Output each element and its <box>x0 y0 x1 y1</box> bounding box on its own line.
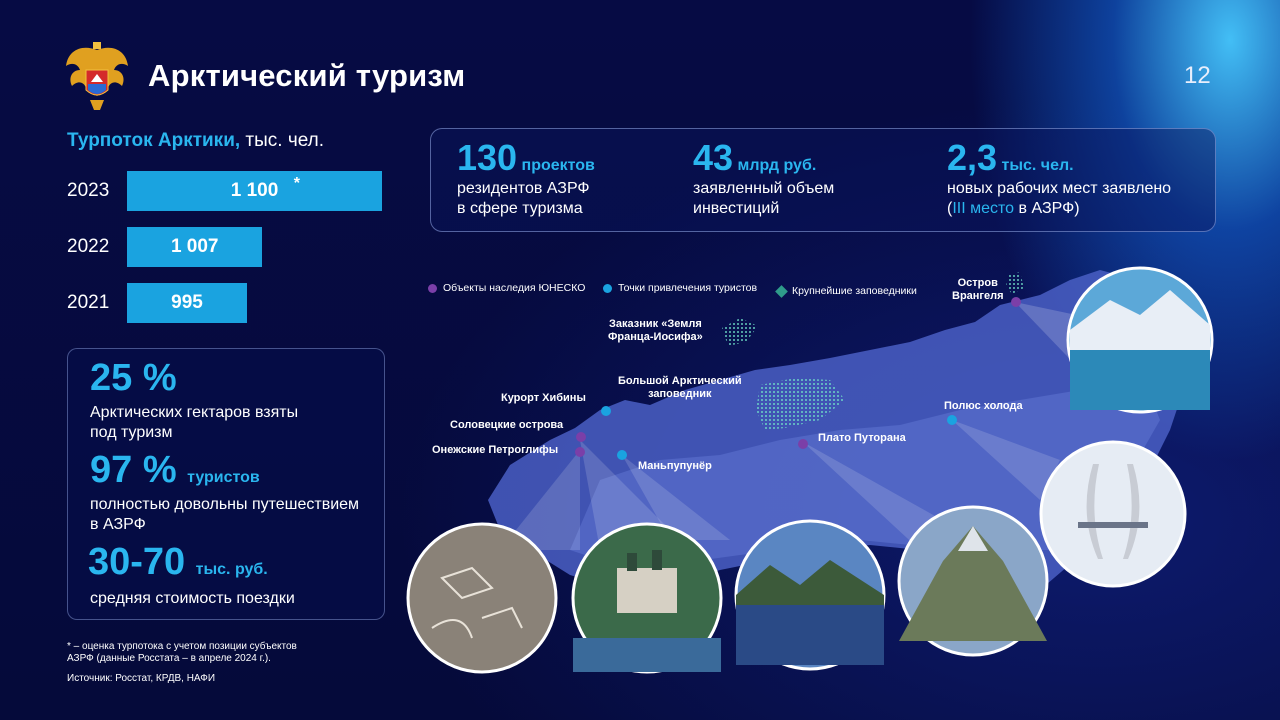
stats-panel: 130 проектов резидентов АЗРФ в сфере тури… <box>430 128 1216 232</box>
stat-jobs: 2,3 тыс. чел. новых рабочих мест заявлен… <box>947 137 1171 219</box>
photo-onega-petroglyphs <box>406 522 558 674</box>
kpi-satisfaction-text: полностью довольны путешествием в АЗРФ <box>90 495 359 535</box>
legend-attractions: Точки привлечения туристов <box>603 282 757 294</box>
label-franz-josef-line-2: Франца-Иосифа» <box>608 331 703 343</box>
label-cold-pole: Полюс холода <box>944 400 1023 412</box>
stat-projects-unit: проектов <box>521 157 595 174</box>
bar-value-label: 995 <box>171 292 203 313</box>
unesco-dot-icon <box>428 283 437 293</box>
stat-investments-line-2: инвестиций <box>693 200 780 217</box>
kpi-satisfaction-value: 97 % <box>90 449 177 491</box>
stat-projects-line-2: в сфере туризма <box>457 200 583 217</box>
stat-projects-line-1: резидентов АЗРФ <box>457 180 590 197</box>
stat-jobs-paren-close: в АЗРФ) <box>1014 200 1080 217</box>
kpi-hectares-value: 25 % <box>90 357 177 399</box>
source-note: Источник: Росстат, КРДВ, НАФИ <box>67 673 216 684</box>
label-solovki: Соловецкие острова <box>450 419 564 431</box>
label-franz-josef: Заказник «Земля Франца-Иосифа» <box>608 318 703 344</box>
photo-cold-pole <box>1039 440 1187 588</box>
kpi-cost-value: 30-70 <box>88 541 186 583</box>
photo-manpupuner <box>734 519 886 671</box>
kpi-hectares-line-2: под туризм <box>90 424 173 441</box>
kpi-hectares-line-1: Арктических гектаров взяты <box>90 404 299 421</box>
bar-row-2022: 2022 1 007 <box>67 227 263 267</box>
stat-investments-number: 43 <box>693 137 734 178</box>
legend-reserves: Крупнейшие заповедники <box>775 284 917 298</box>
label-manpupuner: Маньпупунёр <box>638 460 712 472</box>
label-onega-petroglyphs: Онежские Петроглифы <box>432 444 559 456</box>
stat-jobs-line-2: (III место в АЗРФ) <box>947 199 1171 219</box>
stat-projects-number: 130 <box>457 137 518 178</box>
label-wrangel-line-1: Остров <box>957 277 998 289</box>
marker-wrangel <box>1011 297 1021 307</box>
kpi-cost-text: средняя стоимость поездки <box>90 590 295 607</box>
label-wrangel: Остров Врангеля <box>952 277 1004 303</box>
stat-jobs-rank: III место <box>952 200 1015 217</box>
marker-manpupuner <box>617 450 627 460</box>
stat-jobs-number: 2,3 <box>947 137 998 178</box>
bar-year-label: 2023 <box>67 180 110 201</box>
russia-arctic-map <box>406 266 1214 674</box>
stat-investments-unit: млрд руб. <box>737 157 817 174</box>
photo-solovki <box>571 522 723 674</box>
bar-year-label: 2022 <box>67 236 110 257</box>
kpi-cost-heading: 30-70 тыс. руб. <box>88 541 268 584</box>
photo-putorana-plateau <box>897 505 1049 657</box>
kpi-satisfaction-line-1: полностью довольны путешествием <box>90 496 360 513</box>
label-putorana: Плато Путорана <box>818 432 906 444</box>
bar-value-label: 1 100 <box>230 180 279 201</box>
estimate-star: * <box>293 175 300 192</box>
stat-jobs-unit: тыс. чел. <box>1001 157 1074 174</box>
bar-year-label: 2021 <box>67 292 110 313</box>
label-great-arctic-reserve: Большой Арктический заповедник <box>618 375 742 401</box>
label-great-arctic-line-2: заповедник <box>648 388 712 400</box>
kpi-cost-unit: тыс. руб. <box>195 561 268 578</box>
legend-attractions-label: Точки привлечения туристов <box>618 282 758 294</box>
label-khibiny: Курорт Хибины <box>501 392 586 404</box>
label-franz-josef-line-1: Заказник «Земля <box>609 318 702 330</box>
reserve-franz-josef <box>722 318 758 346</box>
marker-onega <box>575 447 585 457</box>
label-wrangel-line-2: Врангеля <box>952 290 1004 302</box>
footnote: * – оценка турпотока с учетом позиции су… <box>67 641 367 665</box>
kpi-hectares-text: Арктических гектаров взяты под туризм <box>90 403 298 443</box>
kpi-satisfaction-line-2: в АЗРФ <box>90 516 146 533</box>
photo-wrangel-island <box>1066 266 1214 414</box>
coat-of-arms-emblem <box>66 42 128 110</box>
bar-2023: 1 100 * <box>127 171 382 211</box>
stat-investments: 43 млрд руб. заявленный объем инвестиций <box>693 137 834 219</box>
tourist-flow-title: Турпоток Арктики, тыс. чел. <box>67 130 324 152</box>
bar-value-label: 1 007 <box>170 236 219 257</box>
footnote-line-1: * – оценка турпотока с учетом позиции су… <box>67 641 297 652</box>
stat-jobs-line-1: новых рабочих мест заявлено <box>947 180 1172 197</box>
legend-unesco: Объекты наследия ЮНЕСКО <box>428 282 585 294</box>
footnote-line-2: АЗРФ (данные Росстата – в апреле 2024 г.… <box>67 653 271 664</box>
label-great-arctic-line-1: Большой Арктический <box>618 375 742 387</box>
bar-2021: 995 <box>127 283 247 323</box>
reserve-diamond-icon <box>775 284 788 298</box>
stat-investments-line-1: заявленный объем <box>693 180 835 197</box>
marker-solovki <box>576 432 586 442</box>
page-number: 12 <box>1184 62 1211 89</box>
legend-unesco-label: Объекты наследия ЮНЕСКО <box>443 282 586 294</box>
marker-cold-pole <box>947 415 957 425</box>
tourist-flow-title-highlight: Турпоток Арктики, <box>67 130 241 151</box>
reserve-wrangel <box>1006 272 1024 294</box>
stat-projects: 130 проектов резидентов АЗРФ в сфере тури… <box>457 137 595 219</box>
legend-reserves-label: Крупнейшие заповедники <box>792 285 917 297</box>
kpi-satisfaction-unit: туристов <box>187 469 260 486</box>
page-title: Арктический туризм <box>148 58 466 93</box>
marker-putorana <box>798 439 808 449</box>
tourist-flow-title-unit: тыс. чел. <box>240 130 325 151</box>
bar-row-2021: 2021 995 <box>67 283 247 323</box>
marker-khibiny <box>601 406 611 416</box>
kpi-panel: 25 % Арктических гектаров взяты под тури… <box>67 348 385 620</box>
attraction-dot-icon <box>603 283 612 293</box>
bar-row-2023: 2023 1 100 * <box>67 171 382 211</box>
bar-2022: 1 007 <box>127 227 263 267</box>
kpi-satisfaction-heading: 97 % туристов <box>90 449 260 492</box>
